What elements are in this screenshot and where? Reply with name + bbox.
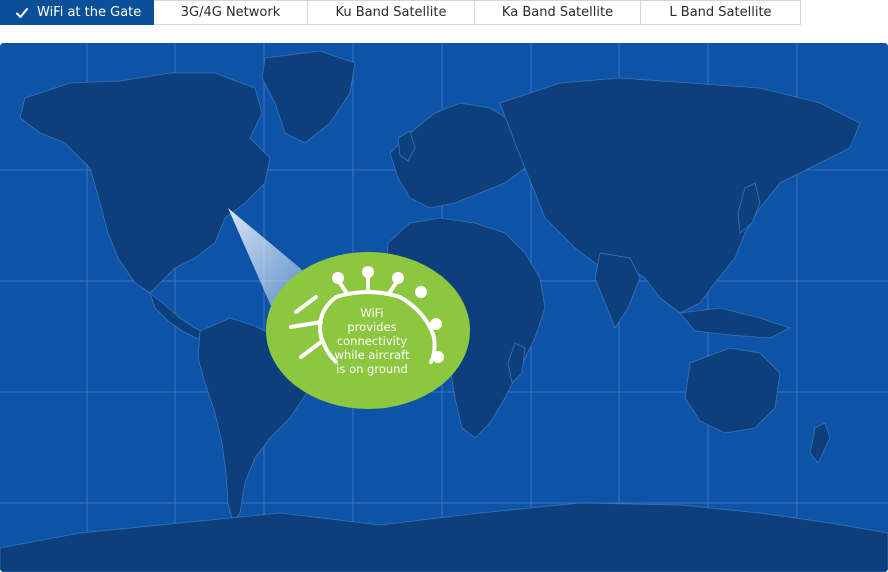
callout-line: connectivity	[336, 334, 408, 348]
tab-label: WiFi at the Gate	[37, 5, 142, 20]
callout-line: is on ground	[336, 362, 408, 376]
tab-label: L Band Satellite	[669, 5, 772, 20]
callout-text: WiFi provides connectivity while aircraf…	[322, 306, 422, 376]
tab-ku-band-satellite[interactable]: Ku Band Satellite	[308, 0, 475, 25]
tab-label: Ku Band Satellite	[335, 5, 447, 20]
check-icon	[16, 7, 28, 18]
tab-3g-4g-network[interactable]: 3G/4G Network	[154, 0, 308, 25]
network-type-tabs: WiFi at the Gate 3G/4G Network Ku Band S…	[0, 0, 801, 25]
callout-line: while aircraft	[334, 348, 410, 362]
tab-l-band-satellite[interactable]: L Band Satellite	[641, 0, 801, 25]
tab-label: Ka Band Satellite	[501, 5, 614, 20]
callout-line: provides	[347, 320, 397, 334]
tab-label: 3G/4G Network	[180, 5, 281, 20]
callout-line: WiFi	[360, 306, 384, 320]
tab-ka-band-satellite[interactable]: Ka Band Satellite	[475, 0, 641, 25]
tab-wifi-at-the-gate[interactable]: WiFi at the Gate	[0, 0, 154, 25]
